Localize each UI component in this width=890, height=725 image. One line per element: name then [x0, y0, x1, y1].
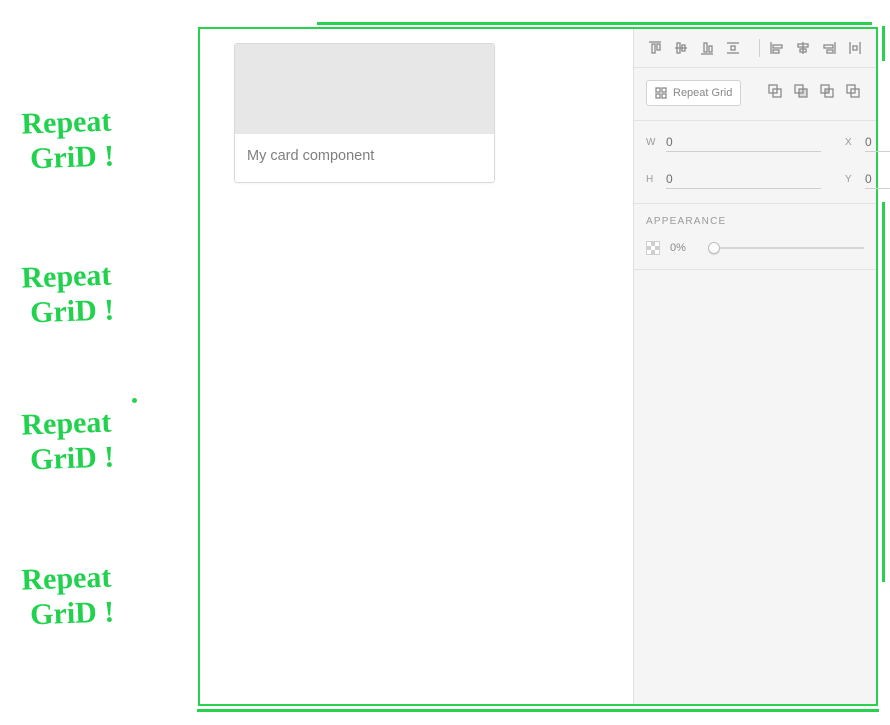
height-label: H — [646, 174, 656, 185]
opacity-value: 0% — [670, 242, 698, 254]
y-input[interactable] — [865, 170, 890, 189]
card-component[interactable]: My card component — [234, 43, 495, 183]
align-left-icon[interactable] — [766, 37, 788, 59]
annotation-repeat-grid: Repeat GriD ! — [21, 560, 115, 632]
align-bottom-icon[interactable] — [696, 37, 718, 59]
distribute-vertical-icon[interactable] — [722, 37, 744, 59]
boolean-exclude-icon[interactable] — [846, 84, 864, 102]
align-center-icon[interactable] — [792, 37, 814, 59]
boolean-operations — [768, 84, 864, 102]
app-window: My card component — [198, 27, 878, 706]
repeat-grid-label: Repeat Grid — [673, 87, 732, 99]
repeat-grid-button[interactable]: Repeat Grid — [646, 80, 741, 106]
boolean-intersect-icon[interactable] — [820, 84, 838, 102]
annotation-repeat-grid: Repeat GriD ! — [21, 258, 115, 330]
align-top-icon[interactable] — [644, 37, 666, 59]
separator — [759, 39, 760, 57]
distribute-horizontal-icon[interactable] — [844, 37, 866, 59]
appearance-section-label: APPEARANCE — [646, 216, 864, 227]
boolean-union-icon[interactable] — [768, 84, 786, 102]
properties-panel: Repeat Grid — [633, 29, 876, 704]
annotation-repeat-grid: Repeat GriD ! — [21, 405, 115, 477]
y-label: Y — [845, 174, 855, 185]
alignment-toolbar — [644, 37, 866, 59]
width-input[interactable] — [666, 133, 821, 152]
opacity-swatch-icon — [646, 241, 660, 255]
opacity-slider[interactable] — [708, 241, 864, 255]
design-canvas[interactable]: My card component — [200, 29, 633, 704]
x-label: X — [845, 137, 855, 148]
card-title: My card component — [235, 134, 494, 164]
width-label: W — [646, 137, 656, 148]
opacity-slider-thumb[interactable] — [708, 242, 720, 254]
align-right-icon[interactable] — [818, 37, 840, 59]
card-image-placeholder — [235, 44, 494, 134]
height-input[interactable] — [666, 170, 821, 189]
annotation-repeat-grid: Repeat GriD ! — [21, 104, 115, 176]
boolean-subtract-icon[interactable] — [794, 84, 812, 102]
align-middle-icon[interactable] — [670, 37, 692, 59]
dimensions-group: W X H Y — [646, 133, 864, 189]
repeat-grid-icon — [655, 87, 667, 99]
x-input[interactable] — [865, 133, 890, 152]
